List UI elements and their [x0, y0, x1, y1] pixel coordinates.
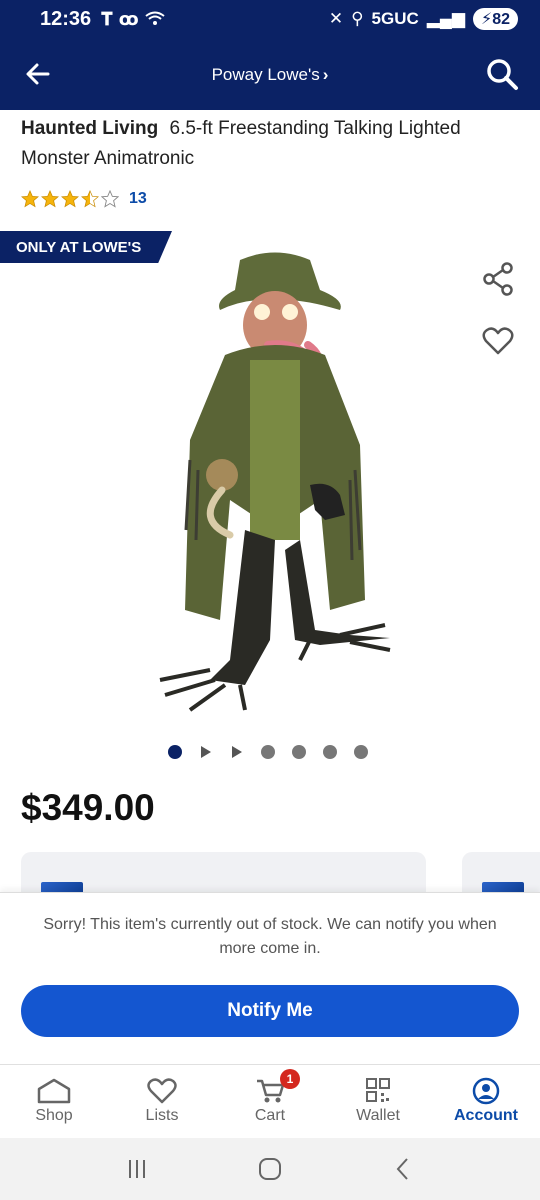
nav-item-cart[interactable]: 1 Cart [216, 1065, 324, 1138]
nav-item-wallet[interactable]: Wallet [324, 1065, 432, 1138]
store-name: Poway Lowe's [211, 65, 320, 84]
bottom-nav: Shop Lists 1 Cart Wallet Account [0, 1064, 540, 1138]
product-rating[interactable]: 13 [21, 190, 147, 208]
star-full-icon [61, 190, 79, 208]
carrier-icon: 𝐓 [101, 8, 113, 29]
heart-icon[interactable] [482, 326, 514, 356]
status-bar: 12:36 𝐓 ꝏ ✕ ⚲ 5GUC ▂▄▆ ⚡82 [0, 0, 540, 38]
video-dot-icon[interactable] [201, 746, 211, 758]
nav-label-wallet: Wallet [356, 1107, 400, 1124]
star-full-icon [21, 190, 39, 208]
nav-label-lists: Lists [145, 1107, 179, 1124]
location-icon: ⚲ [351, 9, 364, 28]
share-icon[interactable] [482, 262, 514, 296]
nav-item-lists[interactable]: Lists [108, 1065, 216, 1138]
battery-level: 82 [492, 11, 510, 28]
nav-label-account: Account [454, 1107, 518, 1124]
star-empty-icon [101, 190, 119, 208]
system-nav-bar [0, 1138, 540, 1200]
app-header: Poway Lowe's › [0, 38, 540, 110]
battery-badge: ⚡82 [472, 8, 518, 30]
signal-icon: ▂▄▆ [426, 9, 465, 28]
product-price: $349.00 [21, 787, 155, 828]
carousel-dot[interactable] [261, 745, 275, 759]
back-nav-icon[interactable] [388, 1154, 418, 1184]
carousel-dot-active[interactable] [168, 745, 182, 759]
wifi-icon [145, 11, 165, 25]
status-time: 12:36 [40, 7, 92, 30]
voicemail-icon: ꝏ [118, 8, 139, 29]
video-dot-icon[interactable] [232, 746, 242, 758]
qr-code-icon [366, 1078, 390, 1102]
home-button-icon[interactable] [255, 1154, 285, 1184]
review-count[interactable]: 13 [129, 190, 147, 208]
mute-icon: ✕ [328, 9, 344, 28]
product-image[interactable] [150, 240, 400, 720]
nav-label-cart: Cart [254, 1107, 286, 1124]
carousel-dot[interactable] [292, 745, 306, 759]
heart-icon [147, 1078, 177, 1104]
store-selector[interactable]: Poway Lowe's › [0, 65, 540, 85]
image-carousel-indicator [168, 745, 368, 759]
account-icon [472, 1077, 500, 1105]
nav-item-shop[interactable]: Shop [0, 1065, 108, 1138]
carousel-dot[interactable] [323, 745, 337, 759]
chevron-right-icon: › [322, 65, 329, 84]
network-label: 5GUC [371, 9, 419, 28]
status-right-icons: ✕ ⚲ 5GUC ▂▄▆ ⚡82 [329, 8, 518, 30]
out-of-stock-message: Sorry! This item's currently out of stoc… [43, 916, 497, 957]
notify-me-button[interactable]: Notify Me [21, 985, 519, 1037]
product-title: Haunted Living 6.5-ft Freestanding Talki… [21, 114, 521, 174]
product-brand[interactable]: Haunted Living [21, 118, 158, 139]
out-of-stock-panel: Sorry! This item's currently out of stoc… [0, 892, 540, 1064]
carousel-dot[interactable] [354, 745, 368, 759]
status-left-icons: 𝐓 ꝏ [101, 9, 165, 30]
star-half-icon [81, 190, 99, 208]
nav-label-shop: Shop [35, 1107, 73, 1124]
search-icon[interactable] [484, 56, 520, 92]
star-full-icon [41, 190, 59, 208]
recent-apps-icon[interactable] [122, 1154, 152, 1184]
nav-item-account[interactable]: Account [432, 1065, 540, 1138]
home-icon [37, 1078, 71, 1104]
cart-count-badge: 1 [280, 1069, 300, 1089]
exclusive-badge: ONLY AT LOWE'S [0, 231, 172, 263]
